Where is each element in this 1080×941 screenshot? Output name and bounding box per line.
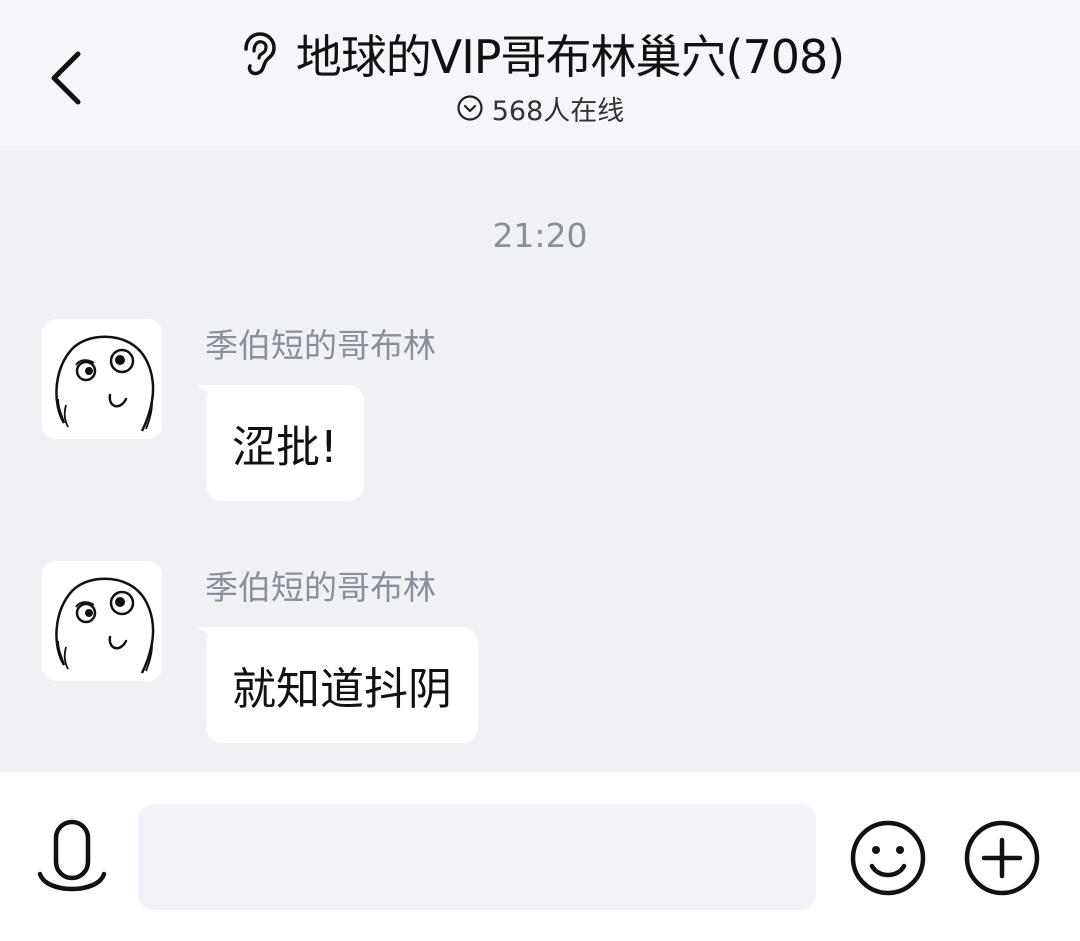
- rage-face-avatar-icon: [55, 577, 155, 674]
- plus-icon: [964, 820, 1040, 896]
- input-bar: [0, 772, 1080, 941]
- emoji-button[interactable]: [848, 818, 928, 898]
- more-button[interactable]: [962, 818, 1042, 898]
- chat-screen: 地球的VIP哥布林巢穴(708) 568人在线 21:20 季伯短的哥布林 涩批…: [0, 0, 1080, 941]
- sender-name: 季伯短的哥布林: [205, 568, 436, 607]
- chevron-down-circle-icon: [457, 95, 483, 121]
- avatar[interactable]: [42, 319, 162, 439]
- chat-header: 地球的VIP哥布林巢穴(708) 568人在线: [0, 0, 1080, 150]
- message-timestamp: 21:20: [492, 216, 588, 255]
- rage-face-avatar-icon: [55, 335, 155, 432]
- ear-icon: [244, 32, 276, 76]
- emoji-icon: [850, 820, 926, 896]
- group-title: 地球的VIP哥布林巢穴(708): [295, 30, 845, 84]
- online-count: 568人在线: [491, 95, 625, 127]
- message-bubble[interactable]: 就知道抖阴: [206, 627, 478, 743]
- message-bubble[interactable]: 涩批!: [206, 385, 364, 501]
- title-row[interactable]: 地球的VIP哥布林巢穴(708): [0, 22, 1080, 86]
- avatar[interactable]: [42, 561, 162, 681]
- message-list[interactable]: 21:20 季伯短的哥布林 涩批! 季伯短的哥布林 就知道抖阴: [0, 150, 1080, 772]
- message-input[interactable]: [138, 804, 816, 910]
- online-status: 568人在线: [0, 88, 1080, 128]
- sender-name: 季伯短的哥布林: [205, 326, 436, 365]
- voice-button[interactable]: [36, 818, 108, 900]
- microphone-icon: [37, 819, 107, 892]
